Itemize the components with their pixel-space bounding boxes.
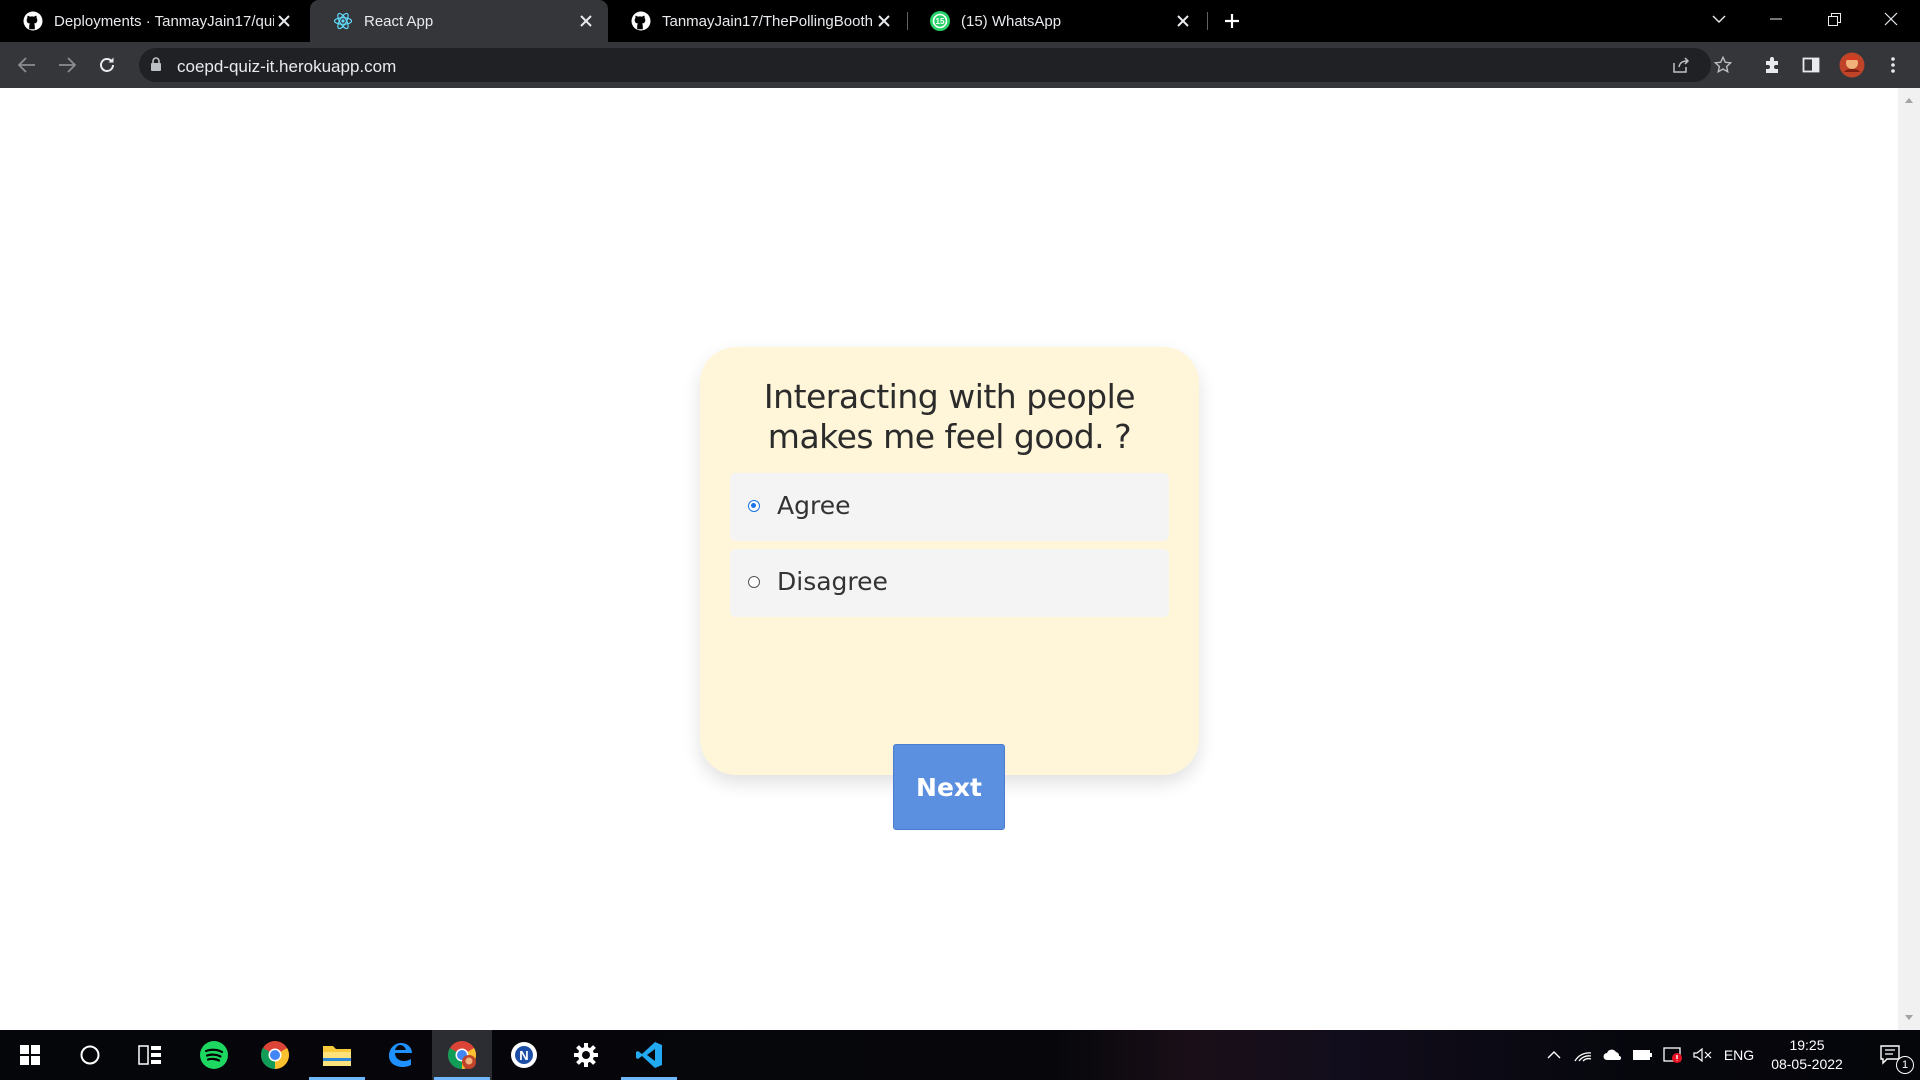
forward-arrow-icon bbox=[59, 57, 76, 73]
task-view-icon[interactable] bbox=[120, 1030, 180, 1080]
edge-icon[interactable] bbox=[370, 1030, 430, 1080]
whatsapp-badge: 15 bbox=[936, 17, 945, 26]
more-vert-icon bbox=[1891, 57, 1895, 73]
search-icon[interactable] bbox=[60, 1030, 120, 1080]
security-alert-icon[interactable] bbox=[1658, 1046, 1688, 1064]
lock-icon[interactable] bbox=[149, 56, 163, 77]
scroll-up-icon[interactable] bbox=[1905, 98, 1913, 103]
extensions-button[interactable] bbox=[1758, 51, 1786, 79]
plus-icon bbox=[1225, 14, 1239, 28]
tab-strip: Deployments · TanmayJain17/qui React App… bbox=[0, 0, 1920, 42]
tab-title: (15) WhatsApp bbox=[961, 12, 1062, 30]
language-indicator[interactable]: ENG bbox=[1718, 1047, 1760, 1063]
puzzle-icon bbox=[1766, 57, 1778, 73]
bookmark-button[interactable] bbox=[1709, 51, 1737, 79]
reload-button[interactable] bbox=[93, 51, 121, 79]
chrome-profile-icon[interactable] bbox=[432, 1030, 492, 1080]
github-icon bbox=[630, 10, 652, 32]
tab-search-button[interactable] bbox=[1690, 0, 1748, 38]
clock-time: 19:25 bbox=[1789, 1037, 1825, 1053]
back-arrow-icon bbox=[18, 57, 35, 73]
tab-title: Deployments · TanmayJain17/qui bbox=[54, 12, 274, 30]
option-label[interactable]: Disagree bbox=[777, 567, 888, 596]
taskbar: N ENG 19:25 08-05-2022 1 bbox=[0, 1030, 1920, 1080]
scroll-down-icon[interactable] bbox=[1905, 1015, 1913, 1020]
spotify-icon[interactable] bbox=[184, 1030, 244, 1080]
tab-deployments[interactable]: Deployments · TanmayJain17/qui bbox=[0, 0, 306, 42]
tab-react-app[interactable]: React App bbox=[310, 0, 608, 42]
radio-button[interactable] bbox=[748, 500, 760, 512]
option-label[interactable]: Agree bbox=[777, 491, 850, 520]
browser-toolbar: coepd-quiz-it.herokuapp.com bbox=[0, 42, 1920, 88]
url-text[interactable]: coepd-quiz-it.herokuapp.com bbox=[177, 57, 396, 77]
tab-polling-booth[interactable]: TanmayJain17/ThePollingBooth bbox=[608, 0, 906, 42]
cloud-icon[interactable] bbox=[1598, 1049, 1628, 1061]
reload-icon bbox=[100, 57, 114, 72]
share-icon[interactable] bbox=[1669, 53, 1693, 77]
page-content: Interacting with people makes me feel go… bbox=[0, 88, 1898, 1030]
side-panel-button[interactable] bbox=[1797, 51, 1825, 79]
restore-icon bbox=[1827, 12, 1841, 26]
svg-text:N: N bbox=[519, 1048, 528, 1063]
vscode-icon[interactable] bbox=[619, 1030, 679, 1080]
star-icon bbox=[1714, 56, 1732, 74]
quiz-card: Interacting with people makes me feel go… bbox=[700, 347, 1199, 830]
notification-badge: 1 bbox=[1896, 1056, 1914, 1074]
notification-center-icon[interactable]: 1 bbox=[1866, 1030, 1916, 1080]
chevron-up-icon[interactable] bbox=[1540, 1051, 1568, 1059]
github-icon bbox=[22, 10, 44, 32]
tab-whatsapp[interactable]: 15 (15) WhatsApp bbox=[907, 0, 1205, 42]
battery-icon[interactable] bbox=[1628, 1049, 1658, 1061]
scrollbar[interactable] bbox=[1898, 88, 1920, 1030]
new-tab-button[interactable] bbox=[1219, 9, 1245, 33]
profile-button[interactable] bbox=[1838, 51, 1866, 79]
minimize-icon bbox=[1770, 18, 1782, 20]
option-disagree[interactable]: Disagree bbox=[730, 549, 1169, 617]
close-tab-icon[interactable] bbox=[576, 11, 596, 31]
radio-button[interactable] bbox=[748, 576, 760, 588]
whatsapp-icon: 15 bbox=[929, 10, 951, 32]
clock[interactable]: 19:25 08-05-2022 bbox=[1762, 1036, 1852, 1074]
next-button[interactable]: Next bbox=[893, 744, 1005, 830]
close-tab-icon[interactable] bbox=[1173, 11, 1193, 31]
avatar bbox=[1839, 52, 1865, 78]
back-button[interactable] bbox=[13, 51, 41, 79]
restore-button[interactable] bbox=[1805, 0, 1863, 38]
option-agree[interactable]: Agree bbox=[730, 473, 1169, 541]
address-bar[interactable]: coepd-quiz-it.herokuapp.com bbox=[139, 48, 1711, 82]
chrome-icon[interactable] bbox=[245, 1030, 305, 1080]
minimize-button[interactable] bbox=[1747, 0, 1805, 38]
react-icon bbox=[332, 10, 354, 32]
clock-date: 08-05-2022 bbox=[1771, 1056, 1843, 1072]
system-tray: ENG bbox=[1540, 1030, 1760, 1080]
wifi-icon[interactable] bbox=[1568, 1048, 1598, 1062]
close-icon bbox=[1884, 12, 1898, 26]
chevron-down-icon bbox=[1712, 15, 1726, 23]
volume-muted-icon[interactable] bbox=[1688, 1048, 1718, 1062]
tab-title: React App bbox=[364, 12, 434, 30]
question-text: Interacting with people makes me feel go… bbox=[763, 377, 1136, 456]
close-window-button[interactable] bbox=[1862, 0, 1920, 38]
forward-button[interactable] bbox=[53, 51, 81, 79]
menu-button[interactable] bbox=[1879, 51, 1907, 79]
close-tab-icon[interactable] bbox=[274, 11, 294, 31]
tab-title: TanmayJain17/ThePollingBooth bbox=[662, 12, 873, 30]
windows-start-icon[interactable] bbox=[0, 1030, 60, 1080]
close-tab-icon[interactable] bbox=[874, 11, 894, 31]
app-icon[interactable]: N bbox=[494, 1030, 554, 1080]
side-panel-icon bbox=[1802, 57, 1820, 73]
file-explorer-icon[interactable] bbox=[307, 1030, 367, 1080]
tab-separator bbox=[1207, 12, 1208, 30]
settings-icon[interactable] bbox=[556, 1030, 616, 1080]
